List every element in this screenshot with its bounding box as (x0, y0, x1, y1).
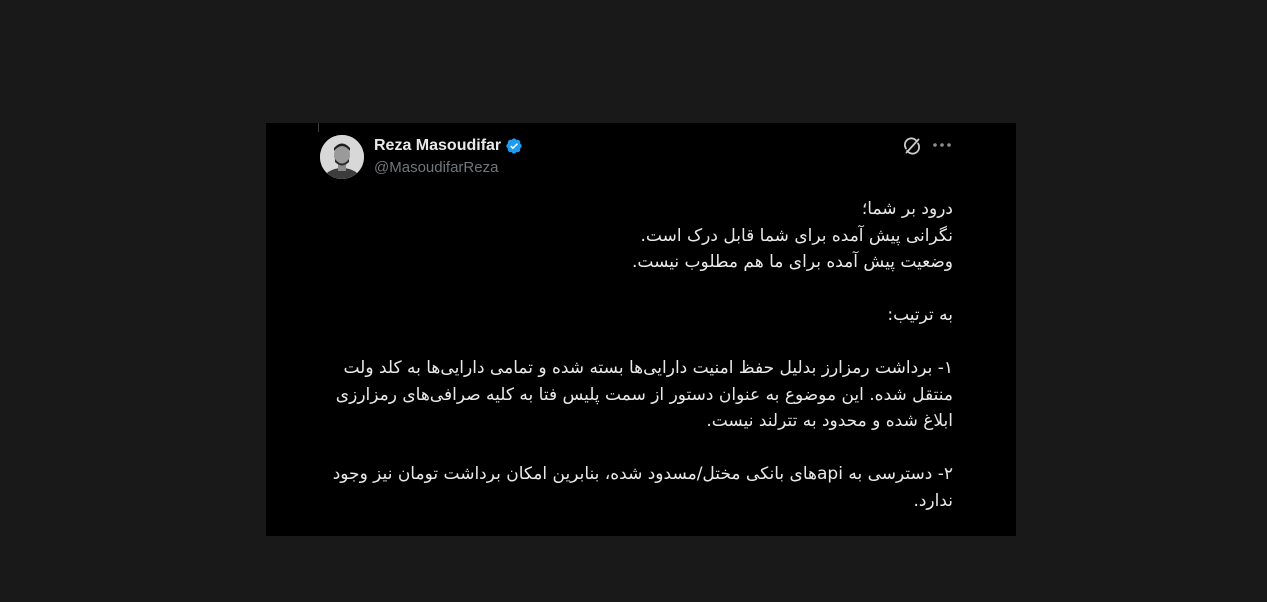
tweet-line: نگرانی پیش آمده برای شما قابل درک است. (640, 225, 953, 246)
grok-icon[interactable] (902, 136, 922, 156)
tweet-paragraph-1: ۱- برداشت رمزارز بدلیل حفظ امنیت دارایی‌… (335, 358, 953, 431)
author-handle[interactable]: @MasoudifarReza (374, 159, 498, 176)
tweet-paragraph-2: ۲- دسترسی به apiهای بانکی مختل/مسدود شده… (332, 464, 953, 511)
author-name-row[interactable]: Reza Masoudifar (374, 135, 523, 157)
tweet-line: به ترتیب: (887, 305, 953, 325)
tweet-card: Reza Masoudifar @MasoudifarReza درود بر … (266, 123, 1016, 536)
thread-line (318, 123, 319, 132)
avatar-image (320, 135, 364, 179)
tweet-line: درود بر شما؛ (861, 199, 953, 219)
tweet-text: درود بر شما؛ نگرانی پیش آمده برای شما قا… (321, 196, 953, 514)
avatar[interactable] (320, 135, 364, 179)
author-display-name[interactable]: Reza Masoudifar (374, 137, 501, 155)
verified-badge-icon (505, 137, 523, 155)
tweet-line: وضعیت پیش آمده برای ما هم مطلوب نیست. (632, 252, 953, 272)
more-icon[interactable] (930, 135, 954, 155)
